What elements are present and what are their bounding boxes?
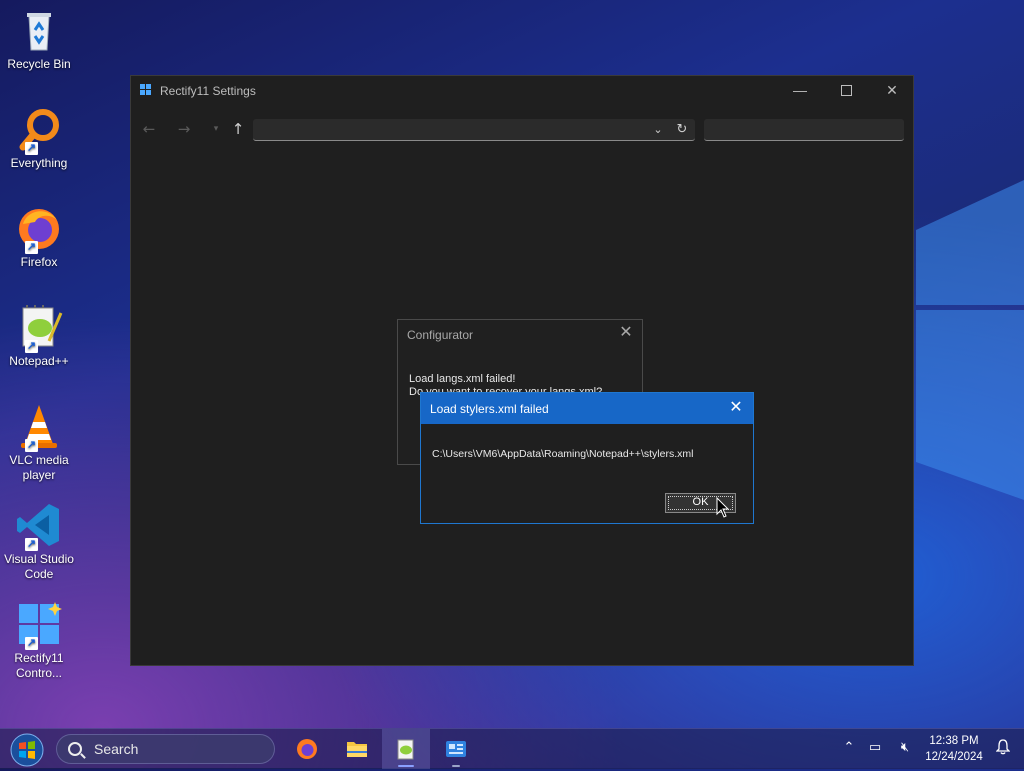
- volume-tray-icon[interactable]: 🔇︎: [896, 739, 914, 757]
- shortcut-arrow-icon: ↗: [25, 241, 38, 254]
- configurator-close-button[interactable]: ✕: [616, 323, 636, 343]
- arrow-up-icon: ↑: [231, 120, 245, 138]
- error-dialog-close-button[interactable]: ✕: [725, 398, 747, 420]
- arrow-left-icon: ←: [142, 120, 156, 138]
- error-dialog-path: C:\Users\VM6\AppData\Roaming\Notepad++\s…: [432, 448, 694, 460]
- desktop-icon-label: Firefox: [20, 255, 58, 269]
- address-bar[interactable]: [253, 119, 695, 141]
- desktop-icon-everything[interactable]: ↗ Everything: [2, 99, 76, 171]
- desktop-icon-notepadpp[interactable]: ↗ Notepad++: [2, 297, 76, 369]
- windows-orb-icon: [10, 733, 44, 767]
- chevron-down-icon: ▾: [213, 124, 219, 134]
- show-hidden-icons-button[interactable]: ⌃: [840, 739, 858, 757]
- maximize-button[interactable]: [823, 76, 869, 106]
- mouse-cursor-icon: [716, 497, 730, 518]
- vscode-icon: ↗: [15, 501, 63, 551]
- taskbar-search-box[interactable]: Search: [56, 734, 275, 764]
- close-icon: ✕: [619, 324, 633, 341]
- chevron-up-icon: ⌃: [843, 740, 855, 755]
- speaker-muted-icon: 🔇︎: [900, 740, 910, 755]
- everything-search-icon: ↗: [15, 105, 63, 155]
- folder-icon: [347, 742, 367, 757]
- shortcut-arrow-icon: ↗: [25, 538, 38, 551]
- vlc-icon: ↗: [15, 402, 63, 452]
- desktop-icon-label: Notepad++: [9, 354, 69, 368]
- desktop-icon-vscode[interactable]: ↗ Visual Studio Code: [2, 495, 76, 582]
- desktop-icon-label: Everything: [10, 156, 68, 170]
- notification-button[interactable]: [994, 739, 1012, 757]
- taskbar-app-firefox[interactable]: [283, 729, 331, 769]
- close-button[interactable]: ✕: [869, 76, 915, 106]
- network-tray-icon[interactable]: ▭: [866, 739, 884, 757]
- close-icon: ✕: [886, 82, 898, 98]
- shortcut-arrow-icon: ↗: [25, 439, 38, 452]
- window-titlebar[interactable]: Rectify11 Settings — ✕: [131, 76, 913, 106]
- notepadpp-icon: ↗: [15, 303, 63, 353]
- close-icon: ✕: [729, 399, 743, 416]
- desktop-icon-label: Visual Studio Code: [4, 552, 74, 581]
- refresh-button[interactable]: ↻: [671, 119, 693, 141]
- configurator-title: Configurator: [407, 328, 474, 342]
- recent-locations-button[interactable]: ▾: [204, 118, 228, 140]
- desktop-icon-vlc[interactable]: ↗ VLC media player: [2, 396, 76, 483]
- shortcut-arrow-icon: ↗: [25, 637, 38, 650]
- taskbar-app-rectify11[interactable]: [432, 729, 480, 769]
- bell-icon: [995, 739, 1011, 755]
- error-dialog-title: Load stylers.xml failed: [430, 402, 549, 416]
- firefox-icon: ↗: [15, 204, 63, 254]
- firefox-icon: [297, 739, 317, 759]
- desktop-icon-firefox[interactable]: ↗ Firefox: [2, 198, 76, 270]
- configurator-message-line1: Load langs.xml failed!: [409, 373, 516, 385]
- desktop-icon-rectify11-control[interactable]: ↗ Rectify11 Contro...: [2, 594, 76, 681]
- taskbar-app-file-explorer[interactable]: [333, 729, 381, 769]
- taskbar-clock[interactable]: 12:38 PM 12/24/2024: [918, 733, 990, 765]
- shortcut-arrow-icon: ↗: [25, 142, 38, 155]
- forward-button[interactable]: →: [172, 118, 196, 140]
- clock-time: 12:38 PM: [929, 735, 979, 747]
- search-icon: [68, 742, 82, 756]
- desktop-icon-label: Rectify11 Contro...: [14, 651, 64, 680]
- desktop-icon-recycle-bin[interactable]: Recycle Bin: [2, 0, 76, 72]
- desktop-icon-label: VLC media player: [9, 453, 69, 482]
- notepadpp-icon: [397, 739, 414, 760]
- window-title: Rectify11 Settings: [160, 84, 256, 98]
- taskbar-search-label: Search: [94, 741, 139, 757]
- start-button[interactable]: [10, 733, 44, 767]
- address-dropdown-button[interactable]: ⌄: [648, 119, 668, 141]
- navigation-toolbar: ← → ▾ ↑ ⌄ ↻: [131, 114, 913, 144]
- clock-date: 12/24/2024: [925, 751, 983, 763]
- rectify11-app-icon: [140, 84, 152, 96]
- minimize-button[interactable]: —: [777, 76, 823, 106]
- up-button[interactable]: ↑: [226, 118, 250, 140]
- refresh-icon: ↻: [676, 122, 688, 137]
- rectify11-control-icon: [446, 741, 466, 757]
- rectify11-control-icon: ↗: [15, 600, 63, 650]
- recycle-bin-icon: [15, 6, 63, 54]
- running-app-indicator: [452, 765, 460, 767]
- active-app-indicator: [398, 765, 414, 767]
- desktop-icon-label: Recycle Bin: [7, 57, 71, 71]
- maximize-icon: [840, 85, 852, 96]
- minimize-icon: —: [793, 82, 807, 98]
- error-dialog-titlebar[interactable]: Load stylers.xml failed ✕: [421, 393, 753, 424]
- taskbar: Search ⌃ ▭ 🔇︎ 12:38 PM 12/24/2024: [0, 728, 1024, 769]
- arrow-right-icon: →: [177, 120, 191, 138]
- taskbar-app-notepadpp[interactable]: [382, 729, 430, 769]
- chevron-down-icon: ⌄: [653, 123, 663, 136]
- network-icon: ▭: [868, 740, 882, 755]
- load-stylers-error-dialog[interactable]: Load stylers.xml failed ✕ C:\Users\VM6\A…: [420, 392, 754, 524]
- back-button[interactable]: ←: [137, 118, 161, 140]
- search-input[interactable]: [704, 119, 904, 141]
- shortcut-arrow-icon: ↗: [25, 340, 38, 353]
- wallpaper-logo: [916, 180, 1024, 580]
